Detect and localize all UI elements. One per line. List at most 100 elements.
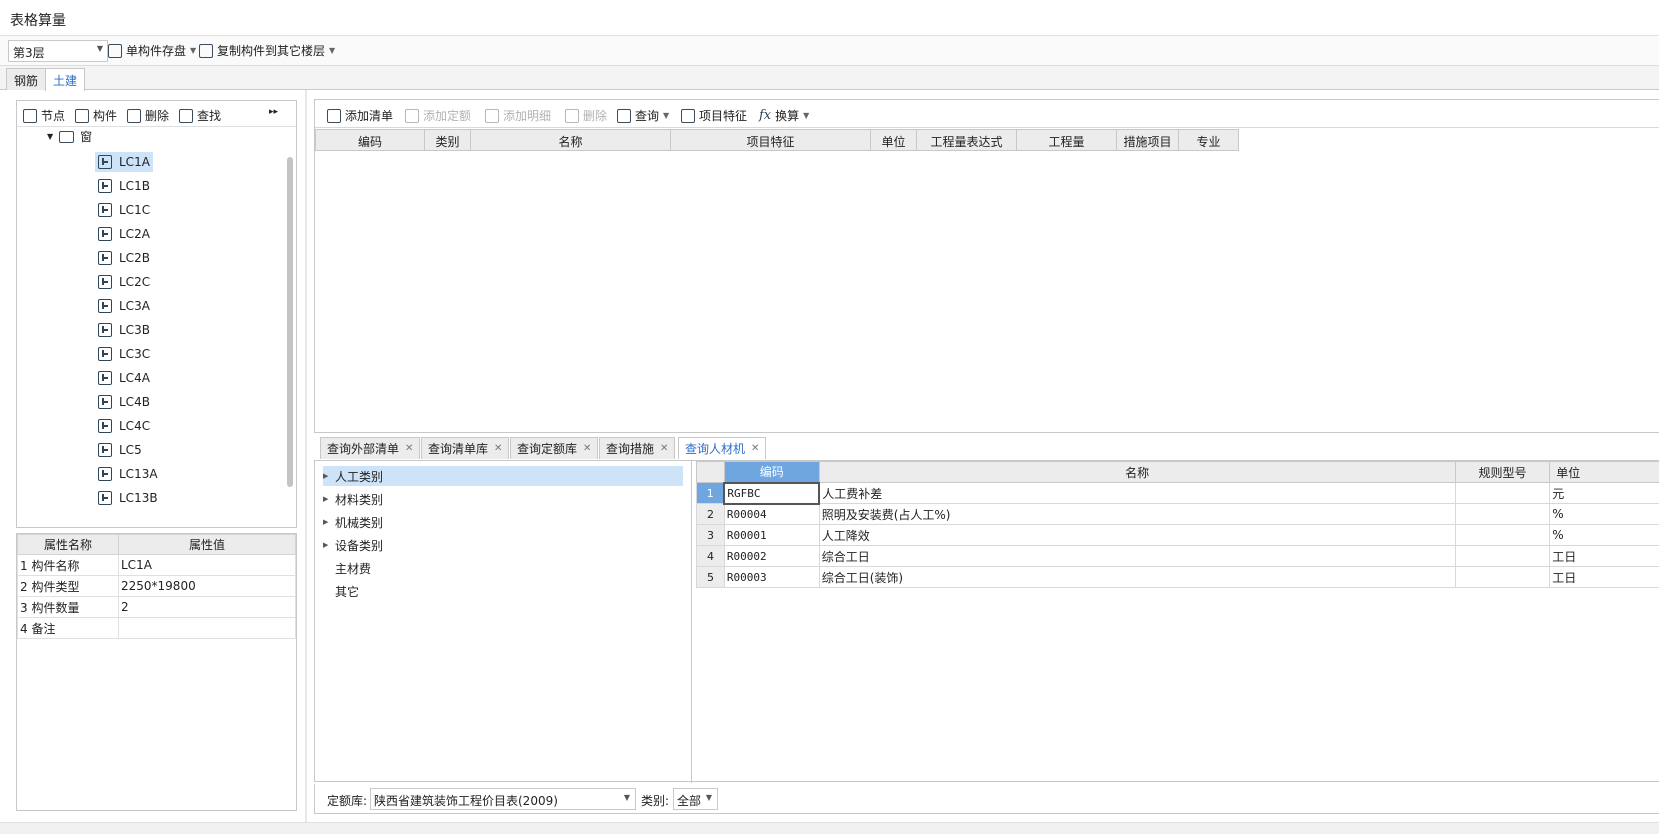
tree-item[interactable]: LC2B <box>95 248 153 268</box>
tree-item[interactable]: LC1A <box>95 152 153 172</box>
spec-cell[interactable] <box>1454 566 1551 588</box>
convert-button[interactable]: fx 换算 ▼ <box>759 107 809 124</box>
spec-cell[interactable] <box>1454 545 1551 567</box>
spec-cell[interactable] <box>1454 482 1551 504</box>
expand-icon[interactable]: ▶ <box>323 541 329 549</box>
close-icon[interactable]: ✕ <box>660 443 668 454</box>
category-item[interactable]: ▶ 人工类别 <box>323 466 683 486</box>
name-cell[interactable]: 综合工日 <box>818 545 1456 567</box>
unit-cell[interactable]: % <box>1549 524 1659 546</box>
code-cell[interactable]: R00004 <box>723 503 820 525</box>
unit-cell[interactable]: 工日 <box>1549 566 1659 588</box>
category-item[interactable]: ▶ 材料类别 <box>323 489 683 509</box>
component-button[interactable]: 构件 <box>75 107 117 124</box>
table-row[interactable]: 2 R00004 照明及安装费(占人工%) % <box>696 503 1659 525</box>
tab-rebar[interactable]: 钢筋 <box>6 68 47 90</box>
prop-row[interactable]: 4 备注 <box>17 617 296 639</box>
expand-icon[interactable]: ▼ <box>47 132 53 141</box>
col-code[interactable]: 编码 <box>723 461 820 483</box>
tree-item[interactable]: LC4C <box>95 416 153 436</box>
tree-item[interactable]: LC4B <box>95 392 153 412</box>
col-measure[interactable]: 措施项目 <box>1117 129 1179 151</box>
tree-item[interactable]: LC13B <box>95 488 161 508</box>
tree-scrollbar[interactable] <box>287 157 293 487</box>
table-row[interactable]: 1 RGFBC 人工费补差 元 <box>696 481 1659 505</box>
chevron-down-icon[interactable]: ▼ <box>803 111 809 120</box>
query-button[interactable]: 查询 ▼ <box>617 107 669 124</box>
chevron-down-icon[interactable]: ▼ <box>329 46 335 55</box>
tab-quota-library[interactable]: 查询定额库 ✕ <box>510 437 599 459</box>
table-row[interactable]: 5 R00003 综合工日(装饰) 工日 <box>696 566 1659 588</box>
close-icon[interactable]: ✕ <box>405 443 413 454</box>
floor-select[interactable]: 第3层 ▼ <box>8 40 108 62</box>
col-category[interactable]: 类别 <box>425 129 471 151</box>
category-item[interactable]: ▶ 设备类别 <box>323 535 683 555</box>
tree-item[interactable]: LC4A <box>95 368 153 388</box>
expand-icon[interactable]: ▶ <box>323 472 329 480</box>
close-icon[interactable]: ✕ <box>751 443 759 454</box>
category-item[interactable]: 其它 <box>323 581 683 601</box>
unit-cell[interactable]: % <box>1549 503 1659 525</box>
tree-item[interactable]: LC3C <box>95 344 153 364</box>
quota-lib-select[interactable]: 陕西省建筑装饰工程价目表(2009) ▼ <box>370 788 636 810</box>
tab-list-library[interactable]: 查询清单库 ✕ <box>421 437 510 459</box>
tree-item[interactable]: LC1C <box>95 200 153 220</box>
save-component-button[interactable]: 单构件存盘 ▼ <box>108 42 196 59</box>
col-spec[interactable]: 规则型号 <box>1454 461 1551 483</box>
tab-civil[interactable]: 土建 <box>45 68 86 91</box>
unit-cell[interactable]: 工日 <box>1549 545 1659 567</box>
find-button[interactable]: 查找 <box>179 107 221 124</box>
expand-icon[interactable]: ▶ <box>323 518 329 526</box>
col-name[interactable]: 名称 <box>818 461 1456 483</box>
category-item[interactable]: 主材费 <box>323 558 683 578</box>
name-cell[interactable]: 人工降效 <box>818 524 1456 546</box>
tab-measures[interactable]: 查询措施 ✕ <box>599 437 676 459</box>
tree-item[interactable]: LC3B <box>95 320 153 340</box>
delete-list-button[interactable]: 删除 <box>565 107 607 124</box>
add-detail-button[interactable]: 添加明细 <box>485 107 551 124</box>
prop-row[interactable]: 3 构件数量 2 <box>17 596 296 618</box>
copy-to-floors-button[interactable]: 复制构件到其它楼层 ▼ <box>199 42 335 59</box>
node-button[interactable]: 节点 <box>23 107 65 124</box>
code-cell[interactable]: R00002 <box>723 545 820 567</box>
add-list-button[interactable]: 添加清单 <box>327 107 393 124</box>
name-cell[interactable]: 照明及安装费(占人工%) <box>818 503 1456 525</box>
unit-cell[interactable]: 元 <box>1549 482 1659 504</box>
close-icon[interactable]: ✕ <box>494 443 502 454</box>
chevron-down-icon[interactable]: ▼ <box>663 111 669 120</box>
spec-cell[interactable] <box>1454 524 1551 546</box>
tree-item[interactable]: LC2C <box>95 272 153 292</box>
prop-value[interactable]: 2 <box>118 596 296 618</box>
col-name[interactable]: 名称 <box>471 129 671 151</box>
tree-folder-window[interactable]: ▼ 窗 <box>47 128 92 145</box>
category-item[interactable]: ▶ 机械类别 <box>323 512 683 532</box>
code-cell[interactable]: R00003 <box>723 566 820 588</box>
prop-value[interactable]: 2250*19800 <box>118 575 296 597</box>
prop-row[interactable]: 2 构件类型 2250*19800 <box>17 575 296 597</box>
prop-row[interactable]: 1 构件名称 LC1A <box>17 554 296 576</box>
tree-item[interactable]: LC2A <box>95 224 153 244</box>
tree-item[interactable]: LC3A <box>95 296 153 316</box>
col-expression[interactable]: 工程量表达式 <box>917 129 1017 151</box>
code-cell[interactable]: R00001 <box>723 524 820 546</box>
tab-resources[interactable]: 查询人材机 ✕ <box>678 437 767 459</box>
tab-external-list[interactable]: 查询外部清单 ✕ <box>320 437 421 459</box>
col-unit[interactable]: 单位 <box>1549 461 1659 483</box>
spec-cell[interactable] <box>1454 503 1551 525</box>
tree-item[interactable]: LC13A <box>95 464 161 484</box>
chevron-down-icon[interactable]: ▼ <box>190 46 196 55</box>
delete-button[interactable]: 删除 <box>127 107 169 124</box>
expand-icon[interactable]: ▶ <box>323 495 329 503</box>
add-quota-button[interactable]: 添加定额 <box>405 107 471 124</box>
col-code[interactable]: 编码 <box>315 129 425 151</box>
code-cell[interactable]: RGFBC <box>723 481 821 505</box>
name-cell[interactable]: 综合工日(装饰) <box>818 566 1456 588</box>
col-quantity[interactable]: 工程量 <box>1017 129 1117 151</box>
type-select[interactable]: 全部 ▼ <box>673 788 718 810</box>
prop-value[interactable] <box>118 617 296 639</box>
col-specialty[interactable]: 专业 <box>1179 129 1239 151</box>
prop-value[interactable]: LC1A <box>118 554 296 576</box>
more-icon[interactable]: ▸▸ <box>269 107 278 117</box>
table-row[interactable]: 4 R00002 综合工日 工日 <box>696 545 1659 567</box>
col-feature[interactable]: 项目特征 <box>671 129 871 151</box>
